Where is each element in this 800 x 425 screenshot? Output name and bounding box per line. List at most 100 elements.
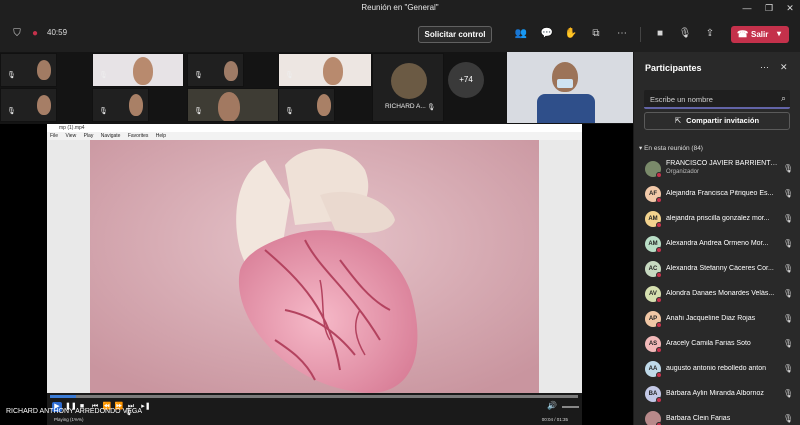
in-meeting-section[interactable]: ▾ En esta reunión (84) (639, 144, 703, 152)
mic-off-icon: 🎙 (194, 108, 203, 115)
request-control-button[interactable]: Solicitar control (418, 26, 492, 43)
more-options-icon[interactable]: ⋯ (760, 62, 769, 73)
menu-view[interactable]: View (65, 133, 76, 139)
participant-row[interactable]: BA Bárbara Aylin Miranda Albornoz 🎙 (634, 382, 800, 407)
video-tile[interactable]: 🎙 (187, 53, 244, 87)
player-title: mp (1).mp4 (47, 124, 582, 132)
shield-icon[interactable]: ⛉ (10, 27, 24, 41)
minimize-icon[interactable]: — (740, 2, 754, 14)
close-icon[interactable]: ✕ (783, 2, 797, 14)
section-label: En esta reunión (84) (644, 145, 703, 152)
avatar-initials: AC (648, 266, 658, 272)
avatar-initials: AM (648, 216, 658, 222)
restore-icon[interactable]: ❐ (762, 2, 776, 14)
mic-off-icon[interactable]: 🎙 (783, 314, 793, 323)
participant-row[interactable]: AP Anahi Jacqueline Diaz Rojas 🎙 (634, 307, 800, 332)
mic-off-icon[interactable]: 🎙 (783, 189, 793, 198)
mic-off-icon[interactable]: 🎙 (783, 339, 793, 348)
mic-off-icon[interactable]: 🎙 (783, 264, 793, 273)
participant-row[interactable]: FRANCISCO JAVIER BARRIENTOS ... Organizad… (634, 157, 800, 182)
menu-help[interactable]: Help (156, 133, 166, 139)
breakout-rooms-icon[interactable]: ⧉ (589, 27, 603, 41)
search-input[interactable] (650, 93, 770, 105)
menu-file[interactable]: File (50, 133, 58, 139)
participant-row[interactable]: Barbara Clein Farias 🎙 (634, 407, 800, 425)
mic-off-icon[interactable]: 🎙 (783, 239, 793, 248)
more-participants-badge[interactable]: +74 (448, 62, 484, 98)
menu-play[interactable]: Play (84, 133, 94, 139)
avatar-initials: AV (649, 291, 657, 297)
meeting-timer: 40:59 (47, 28, 68, 37)
more-options-icon[interactable]: ⋯ (615, 27, 629, 41)
search-icon[interactable]: ⌕ (781, 93, 786, 104)
video-tile[interactable]: 🎙 (0, 53, 57, 87)
mic-off-icon: 🎙 (285, 108, 294, 115)
presenter-video[interactable] (507, 52, 633, 123)
playback-status: Playing (1%%) (54, 417, 84, 422)
participant-name: Bárbara Aylin Miranda Albornoz (666, 390, 764, 397)
video-tile[interactable]: 🎙 (278, 53, 372, 87)
avatar: AM (645, 211, 662, 228)
mic-off-icon[interactable]: 🎙 (783, 289, 793, 298)
search-box: ⌕ (644, 90, 790, 109)
video-tile[interactable]: 🎙 (187, 88, 279, 122)
participant-row[interactable]: AC Alexandra Stefanny Cáceres Cor... 🎙 (634, 257, 800, 282)
avatar: AA (645, 361, 662, 378)
chat-icon[interactable]: 💬 (540, 27, 554, 41)
participants-icon[interactable]: 👥 (514, 27, 528, 41)
menu-favorites[interactable]: Favorites (128, 133, 149, 139)
avatar (391, 63, 427, 99)
close-icon[interactable]: ✕ (780, 62, 788, 73)
presence-dot (656, 247, 662, 253)
presence-dot (656, 397, 662, 403)
participant-name: augusto antonio rebolledo anton (666, 365, 767, 372)
mic-off-icon: 🎙 (99, 72, 108, 79)
menu-navigate[interactable]: Navigate (101, 133, 121, 139)
mic-off-icon[interactable]: 🎙 (783, 214, 793, 223)
volume-icon[interactable]: 🔊 (547, 401, 557, 410)
phone-hangup-icon: ☎ (737, 29, 749, 39)
volume-slider[interactable] (562, 406, 579, 408)
mic-off-icon[interactable]: 🎙 (783, 389, 793, 398)
chevron-down-icon: ▾ (639, 145, 643, 152)
seek-bar[interactable] (50, 395, 578, 398)
participant-row[interactable]: AA augusto antonio rebolledo anton 🎙 (634, 357, 800, 382)
participant-row[interactable]: AV Alondra Danaes Monardes Velás... 🎙 (634, 282, 800, 307)
participant-row[interactable]: AF Alejandra Francisca Pitriqueo Es... 🎙 (634, 182, 800, 207)
shared-media-player: mp (1).mp4 File View Play Navigate Favor… (47, 124, 582, 425)
presence-dot (656, 172, 662, 178)
participant-row[interactable]: AM Alexandra Andrea Ormeno Mor... 🎙 (634, 232, 800, 257)
panel-title: Participantes (645, 63, 702, 73)
video-tile[interactable]: 🎙 (92, 53, 184, 87)
participant-name: Anahi Jacqueline Diaz Rojas (666, 315, 756, 322)
tile-name: RICHARD A... (385, 103, 426, 110)
camera-icon[interactable]: ■ (653, 27, 667, 41)
share-screen-icon[interactable]: ⇪ (703, 27, 717, 41)
participant-row[interactable]: AM alejandra priscilla gonzalez mor... 🎙 (634, 207, 800, 232)
step-icon[interactable]: ▸❚ (141, 402, 151, 412)
reactions-icon[interactable]: ✋ (564, 27, 578, 41)
participant-name: Alexandra Andrea Ormeno Mor... (666, 240, 769, 247)
participant-name: Aracely Camila Farias Soto (666, 340, 751, 347)
participant-row[interactable]: AS Aracely Camila Farias Soto 🎙 (634, 332, 800, 357)
meeting-toolbar: ⛉ ● 40:59 Solicitar control 👥 💬 ✋ ⧉ ⋯ ■ … (0, 17, 800, 52)
participant-name: Alondra Danaes Monardes Velás... (666, 290, 775, 297)
video-tile[interactable]: 🎙 (92, 88, 149, 122)
video-tile[interactable]: 🎙 (278, 88, 335, 122)
presence-dot (656, 297, 662, 303)
mic-off-icon[interactable]: 🎙 (678, 27, 692, 41)
mic-off-icon[interactable]: 🎙 (783, 414, 793, 423)
avatar: AP (645, 311, 662, 328)
avatar-tile[interactable] (372, 53, 444, 122)
chevron-down-icon[interactable]: ▾ (777, 29, 781, 38)
avatar-initials: AP (648, 316, 658, 322)
presence-dot (656, 197, 662, 203)
leave-button[interactable]: ☎ Salir ▾ (731, 26, 789, 43)
leave-label: Salir (751, 30, 769, 39)
mic-off-icon[interactable]: 🎙 (783, 364, 793, 373)
mic-off-icon: 🎙 (194, 72, 203, 79)
window-title: Reunión en "General" (361, 3, 439, 12)
share-invite-button[interactable]: ⇱ Compartir invitación (644, 112, 790, 130)
mic-off-icon[interactable]: 🎙 (783, 164, 793, 173)
video-tile[interactable]: 🎙 (0, 88, 57, 122)
